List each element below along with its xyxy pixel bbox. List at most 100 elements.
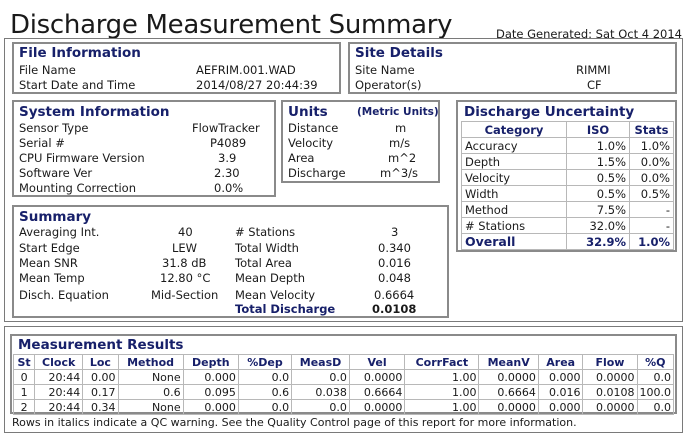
summary-title: Summary	[19, 209, 92, 225]
site-details-title: Site Details	[355, 45, 443, 61]
st-cell: 2	[12, 399, 36, 415]
mounting-correction-label: Mounting Correction	[19, 181, 136, 195]
iso-header: ISO	[566, 121, 630, 138]
start-edge-value: LEW	[172, 241, 198, 255]
results-header-row: St Clock Loc Method Depth %Dep MeasD Vel…	[12, 354, 674, 370]
category-cell: # Stations	[461, 217, 567, 234]
system-information-title: System Information	[19, 104, 170, 120]
averaging-int-value: 40	[178, 225, 193, 239]
velocity-unit-label: Velocity	[288, 136, 334, 150]
pctdep-cell: 0.6	[237, 384, 293, 400]
table-row: 2 20:44 0.34 None 0.000 0.0 0.0 0.0000 1…	[12, 399, 674, 415]
overall-iso: 32.9%	[566, 233, 630, 250]
loc-cell: 0.00	[82, 369, 119, 385]
category-cell: Width	[461, 185, 567, 202]
table-row: Accuracy 1.0% 1.0%	[461, 137, 674, 154]
loc-cell: 0.17	[82, 384, 119, 400]
vel-cell: 0.6664	[348, 384, 406, 400]
col-clock-header: Clock	[34, 354, 84, 370]
measd-cell: 0.0	[291, 399, 350, 415]
results-table: St Clock Loc Method Depth %Dep MeasD Vel…	[12, 354, 674, 415]
num-stations-label: # Stations	[235, 225, 296, 239]
area-cell: 0.000	[537, 369, 584, 385]
total-discharge-label: Total Discharge	[235, 302, 336, 316]
site-name-value: RIMMI	[576, 63, 611, 77]
table-row: # Stations 32.0% -	[461, 217, 674, 234]
table-row: Velocity 0.5% 0.0%	[461, 169, 674, 186]
method-cell: 0.6	[117, 384, 184, 400]
area-unit-value: m^2	[388, 151, 417, 165]
stats-cell: -	[629, 217, 674, 234]
table-row: 0 20:44 0.00 None 0.000 0.0 0.0 0.0000 1…	[12, 369, 674, 385]
area-cell: 0.000	[537, 399, 584, 415]
units-panel: Units (Metric Units) Distance m Velocity…	[281, 100, 440, 183]
mounting-correction-value: 0.0%	[214, 181, 244, 195]
averaging-int-label: Averaging Int.	[19, 225, 100, 239]
col-loc-header: Loc	[82, 354, 119, 370]
mean-temp-value: 12.80 °C	[160, 271, 211, 285]
depth-cell: 0.095	[182, 384, 239, 400]
flow-cell: 0.0108	[582, 384, 638, 400]
file-name-value: AEFRIM.001.WAD	[196, 63, 296, 77]
mean-depth-label: Mean Depth	[235, 271, 306, 285]
start-datetime-value: 2014/08/27 20:44:39	[196, 78, 318, 92]
pctq-cell: 0.0	[636, 399, 674, 415]
total-area-label: Total Area	[235, 256, 292, 270]
col-vel-header: Vel	[348, 354, 406, 370]
col-pctq-header: %Q	[636, 354, 674, 370]
start-datetime-label: Start Date and Time	[19, 78, 136, 92]
col-method-header: Method	[117, 354, 184, 370]
iso-cell: 0.5%	[566, 169, 630, 186]
num-stations-value: 3	[391, 225, 399, 239]
discharge-unit-label: Discharge	[288, 166, 346, 180]
vel-cell: 0.0000	[348, 369, 406, 385]
mean-velocity-value: 0.6664	[374, 288, 415, 302]
stats-cell: 0.0%	[629, 169, 674, 186]
iso-cell: 1.5%	[566, 153, 630, 170]
distance-unit-label: Distance	[288, 121, 339, 135]
units-subtitle: (Metric Units)	[357, 106, 439, 118]
total-width-label: Total Width	[235, 241, 299, 255]
iso-cell: 1.0%	[566, 137, 630, 154]
discharge-uncertainty-title: Discharge Uncertainty	[464, 104, 635, 120]
category-header: Category	[461, 121, 567, 138]
disch-equation-value: Mid-Section	[151, 288, 219, 302]
mean-depth-value: 0.048	[378, 271, 411, 285]
st-cell: 1	[12, 384, 36, 400]
iso-cell: 32.0%	[566, 217, 630, 234]
start-edge-label: Start Edge	[19, 241, 80, 255]
pctdep-cell: 0.0	[237, 369, 293, 385]
overall-label: Overall	[461, 233, 567, 250]
sensor-type-label: Sensor Type	[19, 121, 89, 135]
pctdep-cell: 0.0	[237, 399, 293, 415]
pctq-cell: 100.0	[636, 384, 674, 400]
velocity-unit-value: m/s	[389, 136, 411, 150]
overall-row: Overall 32.9% 1.0%	[461, 233, 674, 250]
software-ver-label: Software Ver	[19, 166, 93, 180]
software-ver-value: 2.30	[214, 166, 240, 180]
serial-value: P4089	[210, 136, 247, 150]
table-row: 1 20:44 0.17 0.6 0.095 0.6 0.038 0.6664 …	[12, 384, 674, 400]
page-title: Discharge Measurement Summary	[10, 10, 453, 40]
loc-cell: 0.34	[82, 399, 119, 415]
vel-cell: 0.0000	[348, 399, 406, 415]
measurement-results-title: Measurement Results	[18, 337, 184, 353]
clock-cell: 20:44	[34, 384, 84, 400]
area-unit-label: Area	[288, 151, 315, 165]
corrfact-cell: 1.00	[404, 399, 480, 415]
col-st-header: St	[12, 354, 36, 370]
stats-cell: 0.0%	[629, 153, 674, 170]
clock-cell: 20:44	[34, 369, 84, 385]
file-name-label: File Name	[19, 63, 76, 77]
method-cell: None	[117, 399, 184, 415]
file-information-panel: File Information File Name AEFRIM.001.WA…	[12, 42, 341, 94]
total-discharge-value: 0.0108	[372, 302, 417, 316]
meanv-cell: 0.0000	[478, 369, 539, 385]
discharge-uncertainty-panel: Discharge Uncertainty Category ISO Stats…	[456, 100, 677, 252]
mean-snr-value: 31.8 dB	[162, 256, 207, 270]
system-information-panel: System Information Sensor Type FlowTrack…	[12, 100, 276, 197]
mean-velocity-label: Mean Velocity	[235, 288, 316, 302]
col-measd-header: MeasD	[291, 354, 350, 370]
pctq-cell: 0.0	[636, 369, 674, 385]
meanv-cell: 0.0000	[478, 399, 539, 415]
